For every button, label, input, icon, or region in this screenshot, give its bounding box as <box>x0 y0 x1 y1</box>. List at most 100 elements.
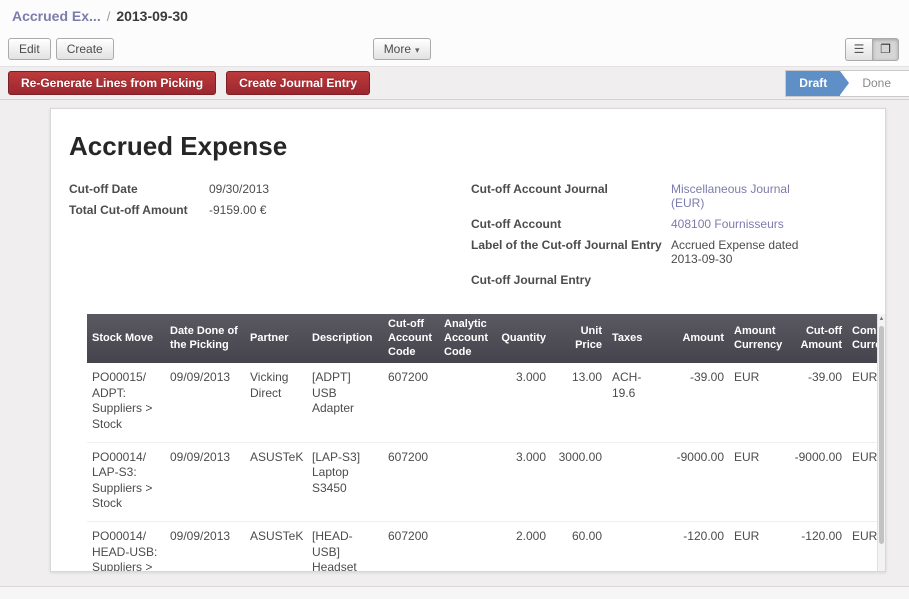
cutoff-journal-entry-value <box>671 273 821 287</box>
cell-quantity[interactable]: 3.000 <box>495 442 551 521</box>
cell-taxes[interactable] <box>607 522 667 573</box>
cell-unit-price[interactable]: 13.00 <box>551 363 607 442</box>
field-group-right: Cut-off Account Journal Miscellaneous Jo… <box>471 182 821 294</box>
cell-taxes[interactable] <box>607 442 667 521</box>
col-description[interactable]: Description <box>307 314 383 363</box>
field-cutoff-date: Cut-off Date 09/30/2013 <box>69 182 471 196</box>
journal-entry-label-value: Accrued Expense dated 2013-09-30 <box>671 238 821 266</box>
vertical-scrollbar-thumb[interactable] <box>879 326 884 544</box>
status-draft[interactable]: Draft <box>786 71 840 96</box>
cell-amount-currency[interactable]: EUR <box>729 442 789 521</box>
create-journal-entry-button[interactable]: Create Journal Entry <box>226 71 370 95</box>
cell-amount-currency[interactable]: EUR <box>729 522 789 573</box>
more-button[interactable]: More ▾ <box>373 38 431 60</box>
more-button-label: More <box>384 42 411 56</box>
list-view-icon: ☰ <box>854 42 865 56</box>
cell-unit-price[interactable]: 3000.00 <box>551 442 607 521</box>
table-row[interactable]: PO00015/ ADPT: Suppliers > Stock 09/09/2… <box>87 363 886 442</box>
col-cutoff-amount[interactable]: Cut-off Amount <box>789 314 847 363</box>
table-row[interactable]: PO00014/ LAP-S3: Suppliers > Stock 09/09… <box>87 442 886 521</box>
total-cutoff-amount-value: -9159.00 € <box>209 203 266 217</box>
field-groups: Cut-off Date 09/30/2013 Total Cut-off Am… <box>69 182 885 294</box>
cutoff-account-link[interactable]: 408100 Fournisseurs <box>671 217 821 231</box>
col-taxes[interactable]: Taxes <box>607 314 667 363</box>
field-group-left: Cut-off Date 09/30/2013 Total Cut-off Am… <box>69 182 471 294</box>
cell-analytic-account-code[interactable] <box>439 442 495 521</box>
form-sheet: Accrued Expense Cut-off Date 09/30/2013 … <box>50 108 886 572</box>
table-row[interactable]: PO00014/ HEAD-USB: Suppliers > Stock 09/… <box>87 522 886 573</box>
col-partner[interactable]: Partner <box>245 314 307 363</box>
cell-date-done[interactable]: 09/09/2013 <box>165 522 245 573</box>
cell-partner[interactable]: ASUSTeK <box>245 522 307 573</box>
cell-stock-move[interactable]: PO00014/ LAP-S3: Suppliers > Stock <box>87 442 165 521</box>
cell-stock-move[interactable]: PO00014/ HEAD-USB: Suppliers > Stock <box>87 522 165 573</box>
cell-amount[interactable]: -120.00 <box>667 522 729 573</box>
more-dropdown-wrap: More ▾ <box>373 38 431 60</box>
field-total-cutoff-amount: Total Cut-off Amount -9159.00 € <box>69 203 471 217</box>
action-bar: Re-Generate Lines from Picking Create Jo… <box>0 66 909 100</box>
statusbar: Draft Done <box>785 70 909 97</box>
cell-amount-currency[interactable]: EUR <box>729 363 789 442</box>
lines-table-wrap: Stock Move Date Done of the Picking Part… <box>87 314 885 572</box>
cutoff-date-label: Cut-off Date <box>69 182 209 196</box>
col-quantity[interactable]: Quantity <box>495 314 551 363</box>
col-analytic-account-code[interactable]: Analytic Account Code <box>439 314 495 363</box>
cell-partner[interactable]: Vicking Direct <box>245 363 307 442</box>
cell-quantity[interactable]: 3.000 <box>495 363 551 442</box>
journal-entry-label-label: Label of the Cut-off Journal Entry <box>471 238 671 266</box>
cutoff-account-journal-label: Cut-off Account Journal <box>471 182 671 210</box>
field-cutoff-account-journal: Cut-off Account Journal Miscellaneous Jo… <box>471 182 821 210</box>
cutoff-date-value: 09/30/2013 <box>209 182 269 196</box>
breadcrumb-parent-link[interactable]: Accrued Ex... <box>12 8 101 24</box>
form-view-icon: ❐ <box>880 42 891 56</box>
breadcrumb: Accrued Ex... / 2013-09-30 <box>0 0 909 32</box>
vertical-scrollbar[interactable]: ▲ <box>877 314 885 572</box>
col-unit-price[interactable]: Unit Price <box>551 314 607 363</box>
cell-cutoff-account-code[interactable]: 607200 <box>383 442 439 521</box>
cell-quantity[interactable]: 2.000 <box>495 522 551 573</box>
edit-create-group: Edit Create <box>8 38 114 60</box>
horizontal-scrollbar[interactable] <box>0 586 909 599</box>
cell-cutoff-account-code[interactable]: 607200 <box>383 522 439 573</box>
cell-cutoff-amount[interactable]: -9000.00 <box>789 442 847 521</box>
cell-stock-move[interactable]: PO00015/ ADPT: Suppliers > Stock <box>87 363 165 442</box>
col-stock-move[interactable]: Stock Move <box>87 314 165 363</box>
col-amount-currency[interactable]: Amount Currency <box>729 314 789 363</box>
cell-cutoff-account-code[interactable]: 607200 <box>383 363 439 442</box>
view-switcher: ☰ ❐ <box>845 38 899 61</box>
cell-description[interactable]: [LAP-S3] Laptop S3450 <box>307 442 383 521</box>
chevron-down-icon: ▾ <box>415 45 420 55</box>
cutoff-account-journal-link[interactable]: Miscellaneous Journal (EUR) <box>671 182 821 210</box>
toolbar: Edit Create More ▾ ☰ ❐ <box>0 32 909 66</box>
cell-partner[interactable]: ASUSTeK <box>245 442 307 521</box>
total-cutoff-amount-label: Total Cut-off Amount <box>69 203 209 217</box>
breadcrumb-separator: / <box>107 9 111 24</box>
content-area: Accrued Expense Cut-off Date 09/30/2013 … <box>0 108 909 599</box>
regenerate-lines-button[interactable]: Re-Generate Lines from Picking <box>8 71 216 95</box>
form-view-button[interactable]: ❐ <box>872 38 899 61</box>
cell-analytic-account-code[interactable] <box>439 363 495 442</box>
cell-amount[interactable]: -9000.00 <box>667 442 729 521</box>
cell-date-done[interactable]: 09/09/2013 <box>165 442 245 521</box>
status-done-label: Done <box>862 76 891 90</box>
cutoff-journal-entry-label: Cut-off Journal Entry <box>471 273 671 287</box>
edit-button[interactable]: Edit <box>8 38 51 60</box>
cell-description[interactable]: [ADPT] USB Adapter <box>307 363 383 442</box>
scrollbar-up-icon[interactable]: ▲ <box>878 316 885 322</box>
col-cutoff-account-code[interactable]: Cut-off Account Code <box>383 314 439 363</box>
col-date-done[interactable]: Date Done of the Picking <box>165 314 245 363</box>
cell-date-done[interactable]: 09/09/2013 <box>165 363 245 442</box>
status-done[interactable]: Done <box>840 71 909 96</box>
cell-description[interactable]: [HEAD-USB] Headset USB <box>307 522 383 573</box>
cell-cutoff-amount[interactable]: -39.00 <box>789 363 847 442</box>
list-view-button[interactable]: ☰ <box>845 38 872 61</box>
status-draft-label: Draft <box>799 76 827 90</box>
cell-taxes[interactable]: ACH-19.6 <box>607 363 667 442</box>
col-amount[interactable]: Amount <box>667 314 729 363</box>
field-cutoff-journal-entry: Cut-off Journal Entry <box>471 273 821 287</box>
cell-amount[interactable]: -39.00 <box>667 363 729 442</box>
cell-cutoff-amount[interactable]: -120.00 <box>789 522 847 573</box>
create-button[interactable]: Create <box>56 38 114 60</box>
cell-unit-price[interactable]: 60.00 <box>551 522 607 573</box>
cell-analytic-account-code[interactable] <box>439 522 495 573</box>
